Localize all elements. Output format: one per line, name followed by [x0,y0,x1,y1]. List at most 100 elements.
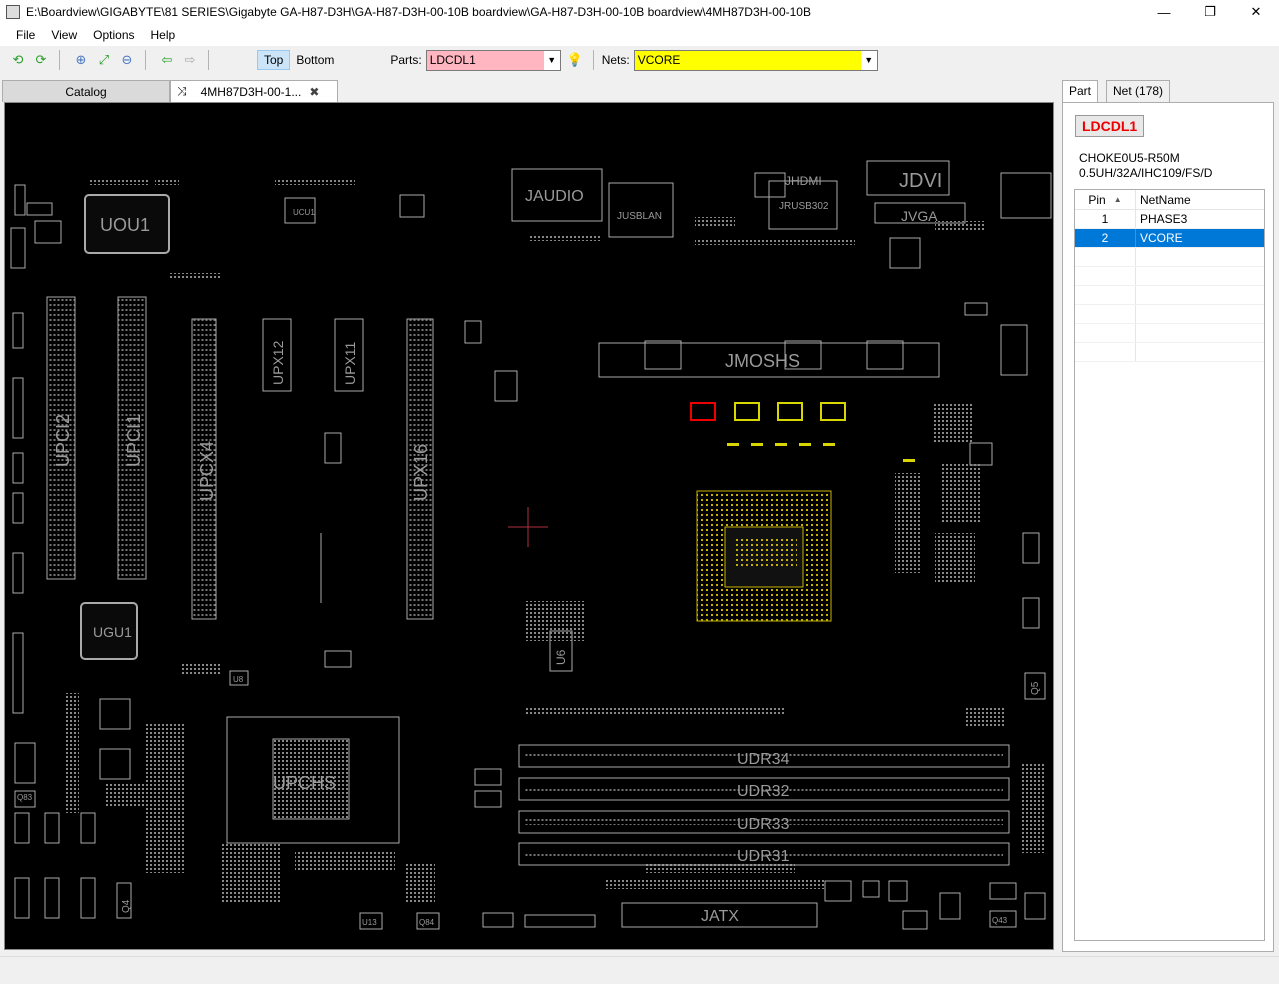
top-side-button[interactable]: Top [257,50,291,70]
tab-catalog-label: Catalog [65,84,107,99]
rotate-right-icon[interactable]: ⟳ [31,50,51,70]
label-jusblan: JUSBLAN [617,211,662,222]
rotate-left-icon[interactable]: ⟲ [8,50,28,70]
empty-row [1075,343,1264,362]
col-pin-header[interactable]: Pin ▲ [1075,190,1136,209]
pin-table-header: Pin ▲ NetName [1075,190,1264,210]
label-uou1: UOU1 [100,215,150,235]
parts-label: Parts: [390,53,422,67]
bottom-side-button[interactable]: Bottom [290,51,340,69]
title-bar: E:\Boardview\GIGABYTE\81 SERIES\Gigabyte… [0,0,1279,24]
col-net-header[interactable]: NetName [1136,190,1264,209]
tab-board-label: 4MH87D3H-00-1... [200,84,302,99]
empty-row [1075,324,1264,343]
toolbar-separator [208,50,209,70]
label-upci1: UPCI1 [124,414,144,467]
row-pin: 1 [1075,210,1136,228]
label-jatx: JATX [701,908,739,925]
label-udr31: UDR31 [737,848,790,865]
board-canvas[interactable]: UOU1 UCU1 JAUDIO JUSBLAN JRUSB302 JHDMI … [4,102,1054,950]
label-q43: Q43 [992,916,1008,925]
label-q4: Q4 [121,899,132,913]
close-button[interactable]: ✕ [1233,0,1279,24]
part-description: CHOKE0U5-R50M 0.5UH/32A/IHC109/FS/D [1079,151,1212,181]
part-info-panel: Part Net (178) LDCDL1 CHOKE0U5-R50M 0.5U… [1062,80,1274,952]
label-jmoshs: JMOSHS [725,351,800,371]
minimize-button[interactable]: — [1141,0,1187,24]
close-tab-icon[interactable]: ✖ [309,85,319,99]
nets-combo[interactable]: VCORE ▼ [633,49,878,71]
crosshair-cursor [508,507,548,547]
toolbar: ⟲ ⟳ ⊕ ⤢ ⊖ ⇦ ⇨ Top Bottom Parts: LDCDL1 ▼… [0,46,1279,74]
label-jvga: JVGA [901,208,938,224]
label-ugu1: UGU1 [93,624,132,640]
label-jdvi: JDVI [899,170,942,192]
zoom-fit-icon[interactable]: ⤢ [94,50,114,70]
row-net: VCORE [1140,231,1183,245]
label-upcx4: UPCX4 [197,441,217,501]
label-q84: Q84 [419,918,435,927]
label-jrusb302: JRUSB302 [779,201,829,212]
tab-board[interactable]: ⤨ 4MH87D3H-00-1... ✖ [170,80,338,102]
label-u13: U13 [362,918,377,927]
sort-ascending-icon: ▲ [1113,195,1122,204]
label-upx11: UPX11 [342,341,358,385]
label-q5: Q5 [1030,681,1041,695]
empty-row [1075,248,1264,267]
window-title: E:\Boardview\GIGABYTE\81 SERIES\Gigabyte… [26,5,811,19]
restore-button[interactable]: ❐ [1187,0,1233,24]
forward-arrow-icon[interactable]: ⇨ [180,50,200,70]
parts-combo[interactable]: LDCDL1 ▼ [425,49,561,71]
board-view[interactable]: UOU1 UCU1 JAUDIO JUSBLAN JRUSB302 JHDMI … [5,103,1054,950]
tab-part[interactable]: Part [1062,80,1099,102]
label-upci2: UPCI2 [53,414,73,467]
nets-label: Nets: [601,53,630,67]
app-icon [6,5,20,19]
label-u6: U6 [554,649,568,665]
toolbar-separator [592,50,594,70]
shuffle-icon: ⤨ [177,84,187,98]
col-pin-label: Pin [1088,192,1106,207]
part-desc-line1: CHOKE0U5-R50M [1079,151,1180,165]
menu-help[interactable]: Help [143,28,184,42]
chevron-down-icon[interactable]: ▼ [543,50,560,70]
part-details: LDCDL1 CHOKE0U5-R50M 0.5UH/32A/IHC109/FS… [1062,102,1274,952]
empty-row [1075,305,1264,324]
menu-options[interactable]: Options [85,28,142,42]
menu-view[interactable]: View [43,28,85,42]
menu-file[interactable]: File [8,28,43,42]
document-tabs: Catalog ⤨ 4MH87D3H-00-1... ✖ [0,80,338,102]
row-pin: 2 [1075,229,1136,247]
label-jaudio: JAUDIO [525,188,584,205]
zoom-in-icon[interactable]: ⊕ [71,50,91,70]
nets-value[interactable]: VCORE [634,50,861,70]
back-arrow-icon[interactable]: ⇦ [157,50,177,70]
lightbulb-icon[interactable]: 💡 [565,50,585,70]
empty-row [1075,286,1264,305]
label-upx12: UPX12 [270,340,286,385]
part-name: LDCDL1 [1075,115,1145,137]
table-row-selected[interactable]: 2 VCORE [1075,229,1264,248]
cpu-socket [696,490,832,622]
tab-net[interactable]: Net (178) [1106,80,1171,102]
label-jhdmi: JHDMI [785,174,822,188]
highlight-chokes [690,402,915,462]
label-udr34: UDR34 [737,751,790,768]
tab-catalog[interactable]: Catalog [2,80,170,102]
toolbar-separator [145,50,146,70]
label-udr33: UDR33 [737,816,790,833]
label-q83: Q83 [17,793,33,802]
part-desc-line2: 0.5UH/32A/IHC109/FS/D [1079,166,1213,180]
row-net: PHASE3 [1140,212,1188,226]
label-upchs: UPCHS [273,773,336,793]
label-u8: U8 [233,675,244,684]
zoom-out-icon[interactable]: ⊖ [117,50,137,70]
label-udr32: UDR32 [737,783,790,800]
expansion-slots [46,296,434,620]
table-row[interactable]: 1 PHASE3 [1075,210,1264,229]
parts-value[interactable]: LDCDL1 [426,50,544,70]
toolbar-separator [59,50,60,70]
chevron-down-icon[interactable]: ▼ [860,50,877,70]
pin-table[interactable]: Pin ▲ NetName 1 PHASE3 2 VCORE [1074,189,1265,941]
menu-bar: File View Options Help [0,24,1279,46]
